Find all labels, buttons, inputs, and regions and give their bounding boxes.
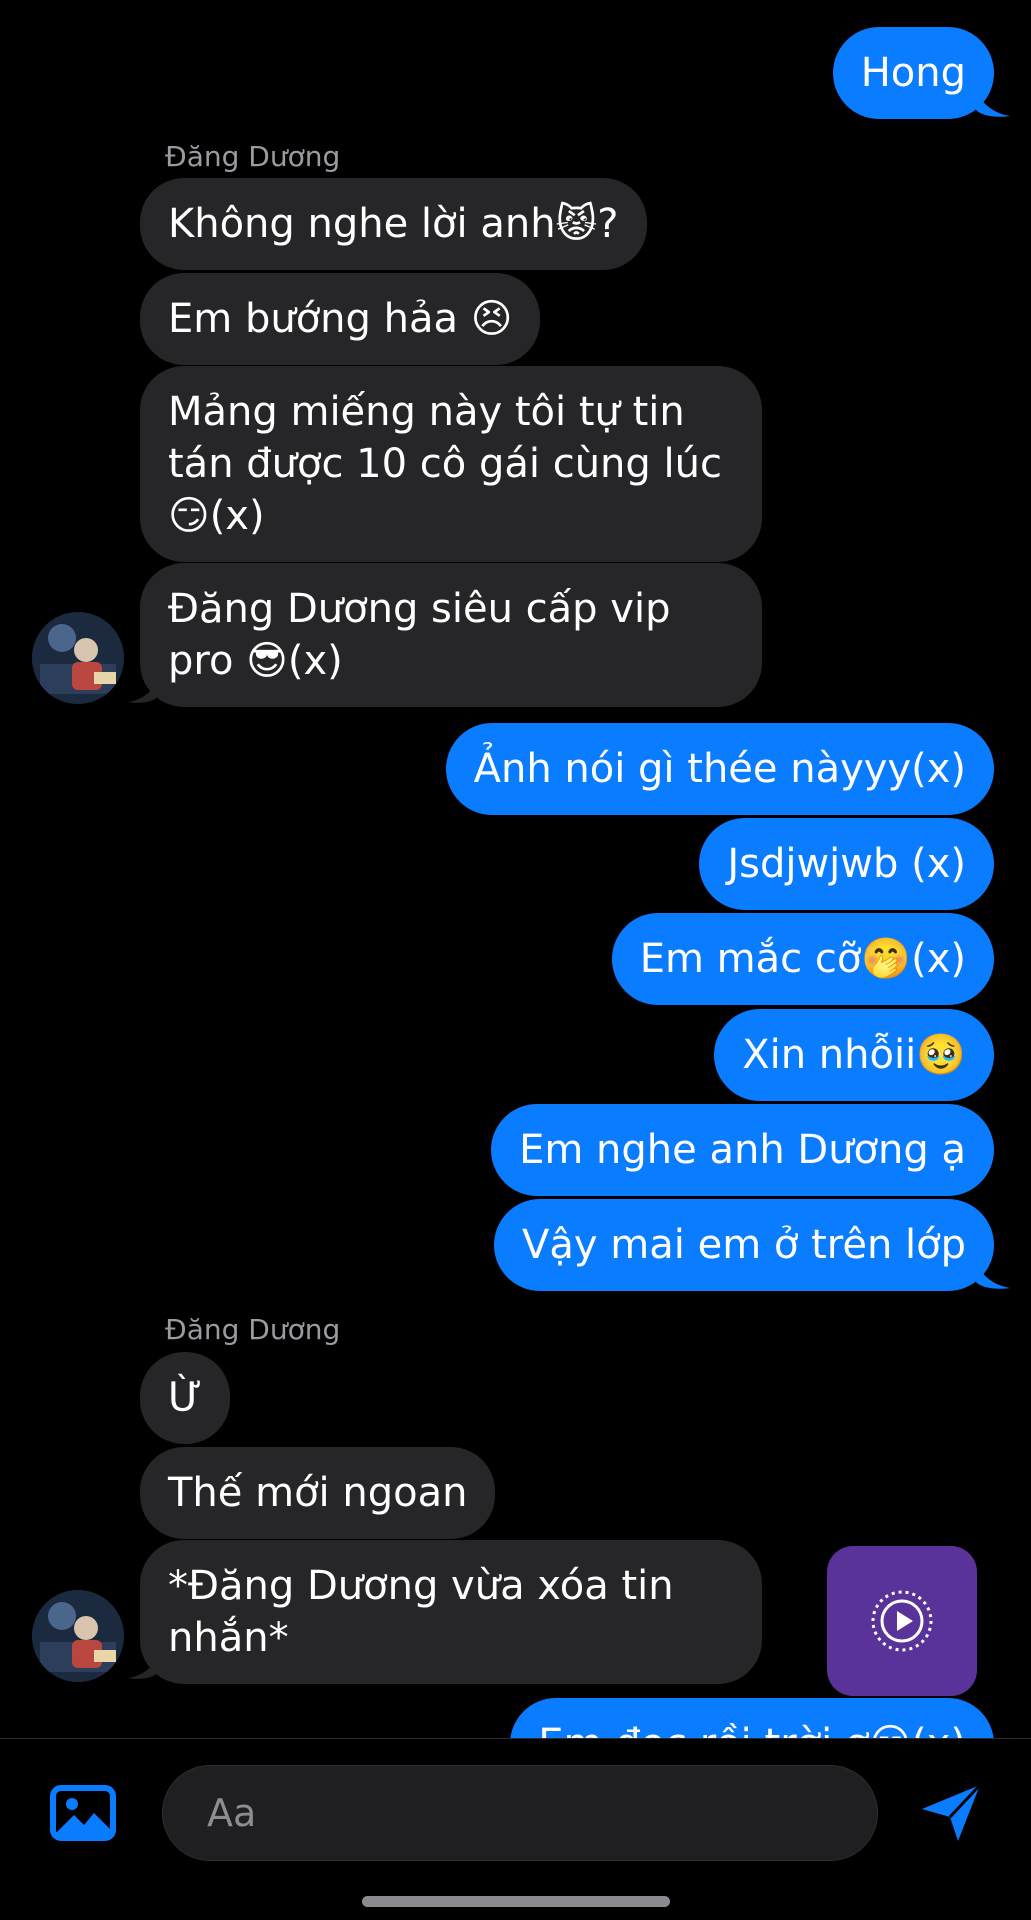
message-bubble-incoming[interactable]: Ừ [140,1352,231,1444]
photo-icon [50,1785,116,1841]
bubble-tail [128,1656,158,1679]
message-bubble-incoming[interactable]: Mảng miếng này tôi tự tin tán được 10 cô… [140,366,762,562]
avatar[interactable] [32,1590,124,1682]
message-bubble-outgoing[interactable]: Vậy mai em ở trên lớp [494,1199,994,1291]
composer-bar [0,1738,1031,1920]
message-bubble-incoming[interactable]: *Đăng Dương vừa xóa tin nhắn* [140,1540,762,1684]
voice-clip-button[interactable] [827,1546,977,1696]
message-bubble-outgoing[interactable]: Xin nhỗii🥹 [714,1009,994,1101]
message-bubble-outgoing[interactable]: Hong [832,27,994,119]
message-bubble-incoming[interactable]: Đăng Dương siêu cấp vip pro 😎(x) [140,563,762,707]
message-bubble-outgoing[interactable]: Jsdjwjwb (x) [699,818,994,910]
bubble-tail [976,92,1010,117]
message-bubble-incoming[interactable]: Thế mới ngoan [140,1447,496,1539]
play-circle-icon [871,1590,933,1652]
sender-name: Đăng Dương [165,140,341,173]
home-indicator [362,1896,670,1907]
message-bubble-incoming[interactable]: Em bướng hảa 😣 [140,273,541,365]
send-icon [922,1783,982,1841]
message-bubble-outgoing[interactable]: Em mắc cỡ🤭(x) [611,913,994,1005]
message-input[interactable] [163,1766,877,1860]
chat-thread[interactable]: Hong Đăng Dương Không nghe lời anh😾? Em … [0,0,1031,1738]
bubble-tail [976,1264,1010,1289]
sender-name: Đăng Dương [165,1313,341,1346]
send-button[interactable] [918,1781,984,1845]
message-bubble-outgoing[interactable]: Ảnh nói gì thée nàyyy(x) [445,723,994,815]
avatar[interactable] [32,612,124,704]
message-bubble-outgoing[interactable]: Em đọc rồi trời ơ😑(x) [510,1698,994,1738]
message-input-wrapper [162,1765,878,1861]
photo-button[interactable] [50,1785,116,1841]
bubble-tail [128,680,158,703]
message-bubble-incoming[interactable]: Không nghe lời anh😾? [140,178,647,270]
message-bubble-outgoing[interactable]: Em nghe anh Dương ạ [491,1104,994,1196]
